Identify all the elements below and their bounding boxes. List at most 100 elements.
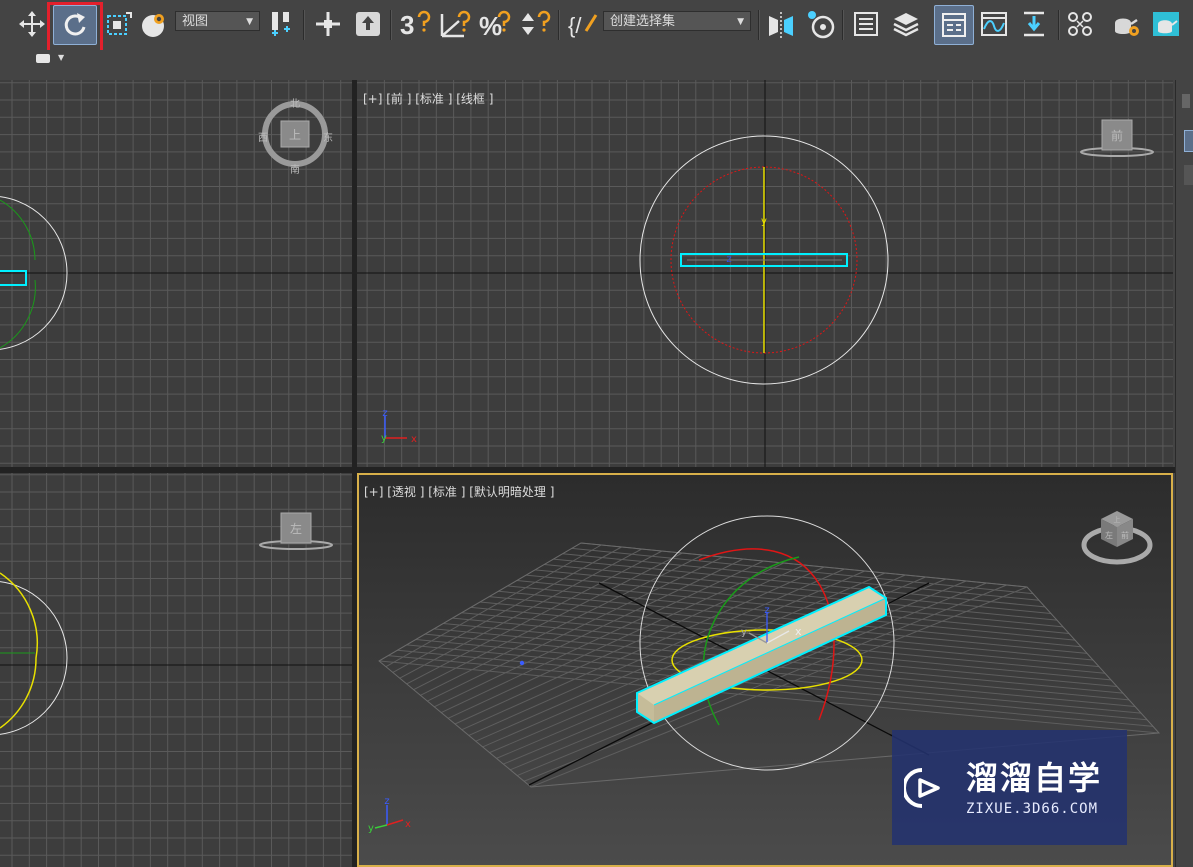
reference-coordinate-dropdown[interactable]: 视图 ▼ [175, 11, 260, 31]
compass-north-label: 北 [290, 98, 300, 110]
spinner-snap-icon [522, 10, 551, 35]
list-icon [854, 12, 878, 36]
curve-editor-icon [981, 12, 1007, 36]
viewport-splitter-vertical[interactable] [352, 80, 357, 867]
viewport-perspective-label[interactable]: [+] [透视 ] [标准 ] [默认明暗处理 ] [364, 483, 554, 500]
panel-tab[interactable] [1182, 94, 1190, 108]
snap-toggle-button[interactable]: 3 [396, 6, 432, 42]
spinner-snap-button[interactable] [516, 6, 552, 42]
viewport-front[interactable]: y z z x y 前 [+] [前 ] [标准 ] [线框 ] [357, 80, 1173, 467]
panel-tab[interactable] [1184, 165, 1193, 185]
viewport-top-canvas: 上 北 西 东 南 [0, 80, 352, 467]
axis-z-label: z [726, 254, 731, 265]
watermark-title: 溜溜自学 [966, 758, 1103, 797]
viewport-front-canvas: y z z x y 前 [357, 80, 1173, 467]
viewcube-face-label: 前 [1111, 128, 1123, 143]
percent-snap-button[interactable]: % [476, 6, 512, 42]
viewcube-face-label: 左 [1105, 530, 1113, 540]
pivot-point [519, 660, 525, 666]
viewport-left-canvas: 左 [0, 473, 352, 867]
viewport-layout-icon[interactable] [36, 54, 50, 63]
toolbar-separator [303, 10, 305, 40]
viewport-splitter-horizontal[interactable] [0, 467, 1175, 473]
render-setup-button[interactable] [1108, 6, 1144, 42]
axis-tripod: z x y [381, 408, 417, 445]
watermark: 溜溜自学 ZIXUE.3D66.COM [892, 730, 1127, 845]
axis-z-label: z [384, 796, 389, 807]
percent-snap-icon: % [479, 10, 511, 39]
layers-icon [893, 13, 919, 37]
axis-x-label: x [411, 434, 417, 445]
axis-tripod: z x y [368, 796, 411, 834]
named-selection-value: 创建选择集 [610, 14, 676, 29]
pivot-center-icon [272, 12, 290, 36]
snap-3d-text: 3 [400, 10, 414, 39]
reference-coordinate-value: 视图 [182, 14, 209, 29]
viewport-left[interactable]: 左 [0, 473, 352, 867]
viewcube-face-label: 左 [290, 521, 302, 536]
edit-named-selection-button[interactable]: {/ [565, 6, 601, 42]
viewcube[interactable]: 前 [1080, 119, 1154, 157]
named-selection-icon: {/ [568, 13, 598, 38]
select-move-button[interactable] [14, 6, 50, 42]
toolbar-separator [842, 10, 844, 40]
chevron-down-icon: ▼ [737, 17, 744, 27]
mirror-button[interactable] [763, 6, 799, 42]
keyboard-override-icon [356, 12, 380, 36]
command-panel-edge [1175, 80, 1193, 867]
select-manipulate-button[interactable] [310, 6, 346, 42]
grid-line [544, 563, 1052, 615]
axis-y-label: y [741, 627, 747, 638]
named-sets-text: {/ [568, 13, 582, 38]
grid-line [482, 572, 886, 748]
angle-snap-button[interactable] [436, 6, 472, 42]
align-button[interactable] [802, 6, 838, 42]
toolbar-separator [1058, 10, 1060, 40]
manipulate-icon [316, 12, 340, 36]
axis-y-label: y [761, 216, 767, 227]
sphere-place-icon [142, 14, 164, 37]
angle-snap-icon [440, 10, 471, 38]
watermark-subtitle: ZIXUE.3D66.COM [966, 800, 1099, 817]
panel-tab-active[interactable] [1184, 130, 1193, 152]
mirror-icon [769, 12, 793, 38]
select-scale-button[interactable] [100, 6, 136, 42]
render-frame-window-button[interactable] [1148, 6, 1184, 42]
axis-z-label: z [382, 408, 387, 419]
viewcube-compass[interactable]: 上 北 西 东 南 [258, 98, 333, 176]
axis-z-label: z [764, 605, 769, 616]
schematic-view-button[interactable] [1016, 6, 1052, 42]
ribbon-icon [942, 13, 966, 37]
material-grid-icon [1068, 12, 1092, 36]
toolbar-separator [758, 10, 760, 40]
curve-editor-button[interactable] [976, 6, 1012, 42]
layer-explorer-button[interactable] [888, 6, 924, 42]
keyboard-shortcut-override-button[interactable] [350, 6, 386, 42]
highlight-box [47, 2, 103, 54]
toggle-ribbon-button[interactable] [934, 5, 974, 45]
grid-line [571, 547, 1034, 595]
named-selection-sets-dropdown[interactable]: 创建选择集 ▼ [603, 11, 751, 31]
toolbar-separator [390, 10, 392, 40]
toolbar-separator [558, 10, 560, 40]
viewport-top[interactable]: 上 北 西 东 南 [0, 80, 352, 467]
axis-x-label: x [795, 625, 802, 638]
move-icon [19, 11, 45, 37]
compass-south-label: 南 [290, 163, 300, 176]
watermark-logo-icon [904, 767, 940, 808]
chevron-down-icon[interactable]: ▼ [58, 53, 64, 62]
axis-y-label: y [381, 433, 387, 444]
material-editor-button[interactable] [1062, 6, 1098, 42]
align-icon [808, 11, 835, 39]
pivot-center-button[interactable] [264, 6, 298, 42]
scale-icon [107, 12, 132, 35]
viewport-front-label[interactable]: [+] [前 ] [标准 ] [线框 ] [363, 90, 493, 107]
sub-toolbar: ▼ [0, 50, 1193, 70]
render-window-icon [1153, 12, 1179, 36]
compass-east-label: 东 [323, 131, 333, 144]
teapot-gear-icon [1115, 18, 1139, 36]
main-toolbar: 视图 ▼ 3 % {/ 创建选择集 ▼ [0, 0, 1193, 51]
placement-button[interactable] [138, 6, 170, 42]
viewcube[interactable]: 上 左 前 [1081, 511, 1153, 565]
scene-explorer-button[interactable] [848, 6, 884, 42]
